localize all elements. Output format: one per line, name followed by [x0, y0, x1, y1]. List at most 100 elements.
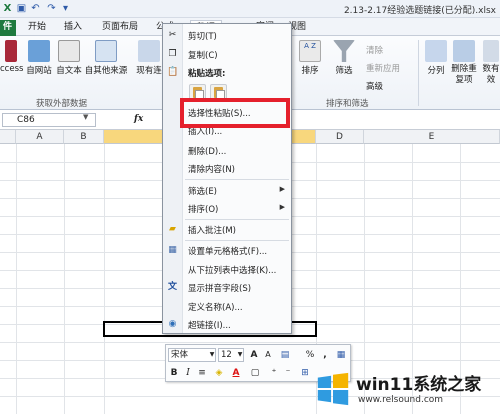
excel-logo-icon: X: [3, 3, 12, 14]
watermark-title: win11系统之家: [356, 375, 482, 395]
context-menu: ✂ 剪切(T) ❐ 复制(C) 📋 粘贴选项: 选择性粘贴(S)... 插入(I…: [162, 23, 292, 334]
window-title: 2.13-2.17经验选题链接(已分配).xlsx: [343, 6, 496, 16]
format-painter-icon[interactable]: ▤: [278, 348, 292, 362]
advanced-filter-button[interactable]: 高级: [366, 80, 383, 92]
tab-insert[interactable]: 插入: [58, 20, 88, 36]
name-box[interactable]: C86: [2, 113, 96, 127]
access-icon: [5, 40, 17, 62]
percent-button[interactable]: %: [304, 348, 316, 362]
web-icon: [28, 40, 50, 62]
submenu-arrow-icon: ▶: [279, 203, 285, 211]
text-file-icon: [58, 40, 80, 62]
comma-button[interactable]: ,: [320, 348, 330, 362]
phonetic-icon: 文: [167, 282, 177, 292]
column-header-a[interactable]: A: [16, 130, 64, 144]
from-access-button[interactable]: ccess: [0, 40, 23, 74]
grid-line: [16, 144, 17, 414]
paste-values-icon: [214, 87, 225, 99]
existing-connections-button[interactable]: 现有连: [134, 40, 164, 76]
grid-line: [0, 342, 500, 343]
menu-item-pick-from-list[interactable]: 从下拉列表中选择(K)...: [163, 261, 291, 278]
filter-button[interactable]: 筛选: [330, 40, 358, 76]
menu-item-cut[interactable]: ✂ 剪切(T): [163, 27, 291, 44]
align-center-icon[interactable]: ≡: [196, 366, 208, 380]
from-other-sources-button[interactable]: 自其他来源: [84, 40, 128, 76]
from-web-button[interactable]: 自网站: [24, 40, 54, 76]
decrease-decimal-icon[interactable]: ⁻: [282, 366, 294, 380]
from-text-button[interactable]: 自文本: [54, 40, 84, 76]
connections-icon: [138, 40, 160, 62]
windows-logo-icon: [317, 372, 349, 406]
format-cells-icon: ▦: [168, 245, 177, 255]
menu-item-copy[interactable]: ❐ 复制(C): [163, 46, 291, 63]
increase-decimal-icon[interactable]: ⁺: [268, 366, 280, 380]
paste-icon: [193, 87, 204, 99]
validation-icon: [483, 40, 499, 62]
insert-function-icon[interactable]: fx: [134, 114, 143, 124]
highlight-box: [180, 98, 290, 128]
clipboard-icon: 📋: [167, 67, 179, 77]
customize-qat-icon[interactable]: ▾: [60, 3, 71, 14]
submenu-arrow-icon: ▶: [279, 185, 285, 193]
shrink-font-button[interactable]: A: [262, 348, 274, 362]
fill-color-icon[interactable]: ◈: [212, 366, 226, 380]
funnel-icon: [333, 40, 355, 62]
menu-separator: [185, 179, 289, 180]
grow-font-button[interactable]: A: [248, 348, 260, 362]
select-all-corner[interactable]: [0, 130, 16, 144]
clear-filter-button[interactable]: 清除: [366, 44, 383, 56]
menu-separator: [185, 219, 289, 220]
remove-duplicates-button[interactable]: 删除重复项: [450, 40, 478, 86]
group-separator: [418, 40, 419, 106]
menu-item-clear-contents[interactable]: 清除内容(N): [163, 160, 291, 177]
column-header-b[interactable]: B: [64, 130, 104, 144]
font-color-button[interactable]: A: [230, 366, 242, 380]
group-label-external-data: 获取外部数据: [36, 99, 88, 109]
menu-item-filter[interactable]: 筛选(E) ▶: [163, 182, 291, 199]
comment-icon: ▰: [169, 224, 176, 234]
borders-icon[interactable]: ▢: [248, 366, 262, 380]
other-sources-icon: [95, 40, 117, 62]
column-header-d[interactable]: D: [316, 130, 364, 144]
site-watermark: win11系统之家 www.relsound.com: [314, 366, 500, 414]
menu-item-define-name[interactable]: 定义名称(A)...: [163, 298, 291, 315]
data-validation-button[interactable]: 数有效: [482, 40, 500, 86]
tab-file[interactable]: 件: [0, 20, 16, 36]
menu-item-delete[interactable]: 删除(D)...: [163, 142, 291, 159]
group-label-sort-filter: 排序和筛选: [326, 99, 369, 109]
remove-duplicates-icon: [453, 40, 475, 62]
copy-icon: ❐: [168, 49, 177, 59]
columns-icon: [425, 40, 447, 62]
menu-item-hyperlink[interactable]: ◉ 超链接(I)...: [163, 316, 291, 333]
text-to-columns-button[interactable]: 分列: [424, 40, 448, 76]
tab-home[interactable]: 开始: [22, 20, 52, 36]
menu-item-sort[interactable]: 排序(O) ▶: [163, 200, 291, 217]
grid-line: [104, 144, 105, 414]
merge-center-icon[interactable]: ⊞: [298, 366, 312, 380]
scissors-icon: ✂: [168, 30, 177, 40]
sort-button[interactable]: A Z 排序: [296, 40, 324, 76]
menu-item-format-cells[interactable]: ▦ 设置单元格格式(F)...: [163, 242, 291, 259]
size-dropdown-icon[interactable]: ▼: [236, 348, 244, 362]
sort-az-icon: A Z: [299, 40, 321, 62]
hyperlink-icon: ◉: [168, 319, 177, 329]
menu-separator: [185, 240, 289, 241]
save-icon[interactable]: ▣: [16, 3, 27, 14]
mini-toolbar-row-1: 宋体 ▼ 12 ▼ A A ▤ % , ▦: [168, 347, 350, 363]
grid-line: [64, 144, 65, 414]
font-dropdown-icon[interactable]: ▼: [208, 348, 216, 362]
bold-button[interactable]: B: [168, 366, 180, 380]
menu-item-paste-options: 📋 粘贴选项:: [167, 67, 226, 79]
name-box-dropdown-icon[interactable]: ▼: [83, 113, 88, 121]
undo-icon[interactable]: ↶: [30, 3, 41, 14]
decrease-decimal-icon[interactable]: ▦: [334, 348, 348, 362]
title-bar: X ▣ ↶ ↷ ▾ 2.13-2.17经验选题链接(已分配).xlsx: [0, 0, 500, 18]
redo-icon[interactable]: ↷: [46, 3, 57, 14]
column-header-e[interactable]: E: [364, 130, 500, 144]
menu-item-insert-comment[interactable]: ▰ 插入批注(M): [163, 221, 291, 238]
italic-button[interactable]: I: [182, 366, 194, 380]
watermark-url: www.relsound.com: [358, 395, 444, 405]
tab-page-layout[interactable]: 页面布局: [96, 20, 144, 36]
menu-item-phonetic[interactable]: 文 显示拼音字段(S): [163, 279, 291, 296]
reapply-button[interactable]: 重新应用: [366, 62, 400, 74]
